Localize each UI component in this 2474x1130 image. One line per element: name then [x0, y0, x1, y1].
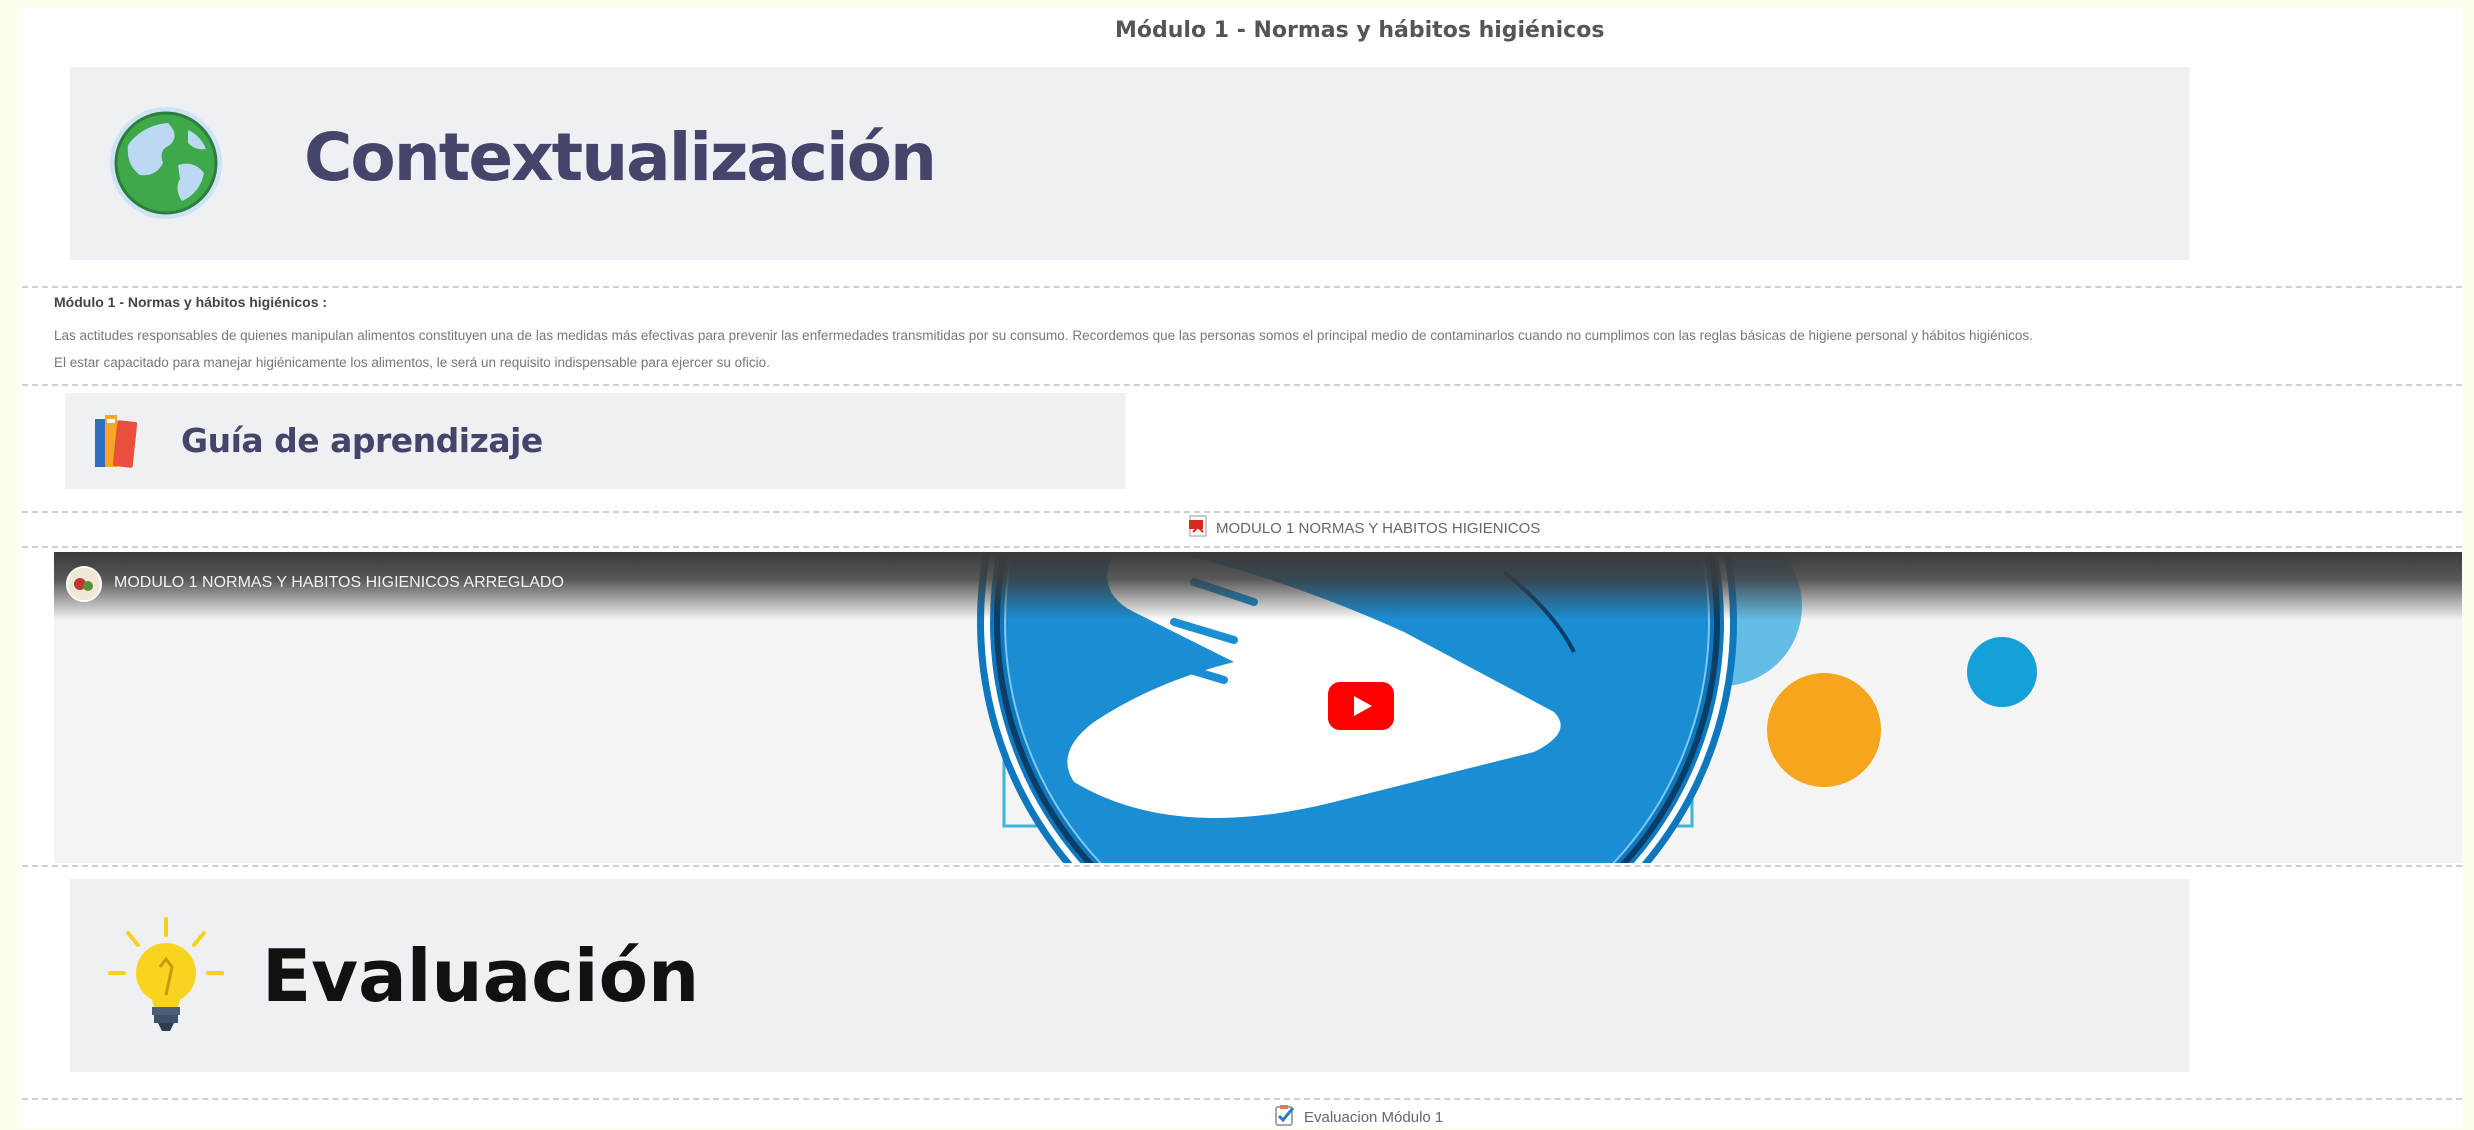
guia-title: Guía de aprendizaje	[181, 421, 543, 460]
divider	[22, 1098, 2462, 1100]
guia-banner[interactable]: Guía de aprendizaje	[65, 393, 1126, 489]
globe-icon	[108, 105, 224, 221]
divider	[22, 865, 2462, 867]
course-page: Módulo 1 - Normas y hábitos higiénicos C…	[22, 8, 2462, 1128]
evaluation-link[interactable]: Evaluacion Módulo 1	[1274, 1104, 1443, 1130]
description-line-2: El estar capacitado para manejar higiéni…	[54, 355, 770, 370]
divider	[22, 286, 2462, 288]
module-header: Módulo 1 - Normas y hábitos higiénicos	[1115, 18, 1605, 43]
lightbulb-icon	[106, 915, 226, 1041]
embedded-video[interactable]: MODULO 1 NORMAS Y HABITOS HIGIENICOS ARR…	[54, 552, 2462, 863]
channel-avatar[interactable]	[66, 566, 102, 602]
divider	[22, 384, 2462, 386]
pdf-resource-link[interactable]: MODULO 1 NORMAS Y HABITOS HIGIENICOS	[1188, 515, 1540, 541]
youtube-play-icon[interactable]	[1328, 682, 1394, 730]
pdf-link-label: MODULO 1 NORMAS Y HABITOS HIGIENICOS	[1216, 519, 1541, 537]
video-title[interactable]: MODULO 1 NORMAS Y HABITOS HIGIENICOS ARR…	[114, 574, 564, 592]
evaluacion-banner: Evaluación	[70, 879, 2190, 1072]
description-line-1: Las actitudes responsables de quienes ma…	[54, 328, 2033, 343]
evaluation-link-label: Evaluacion Módulo 1	[1304, 1108, 1444, 1126]
contextualizacion-banner: Contextualización	[70, 67, 2190, 260]
contextualizacion-title: Contextualización	[304, 119, 937, 196]
divider	[22, 546, 2462, 548]
checklist-icon	[1274, 1104, 1296, 1130]
description-heading: Módulo 1 - Normas y hábitos higiénicos :	[54, 294, 328, 310]
divider	[22, 511, 2462, 513]
evaluacion-title: Evaluación	[262, 934, 700, 1018]
books-icon	[91, 411, 141, 471]
pdf-icon	[1188, 515, 1208, 541]
